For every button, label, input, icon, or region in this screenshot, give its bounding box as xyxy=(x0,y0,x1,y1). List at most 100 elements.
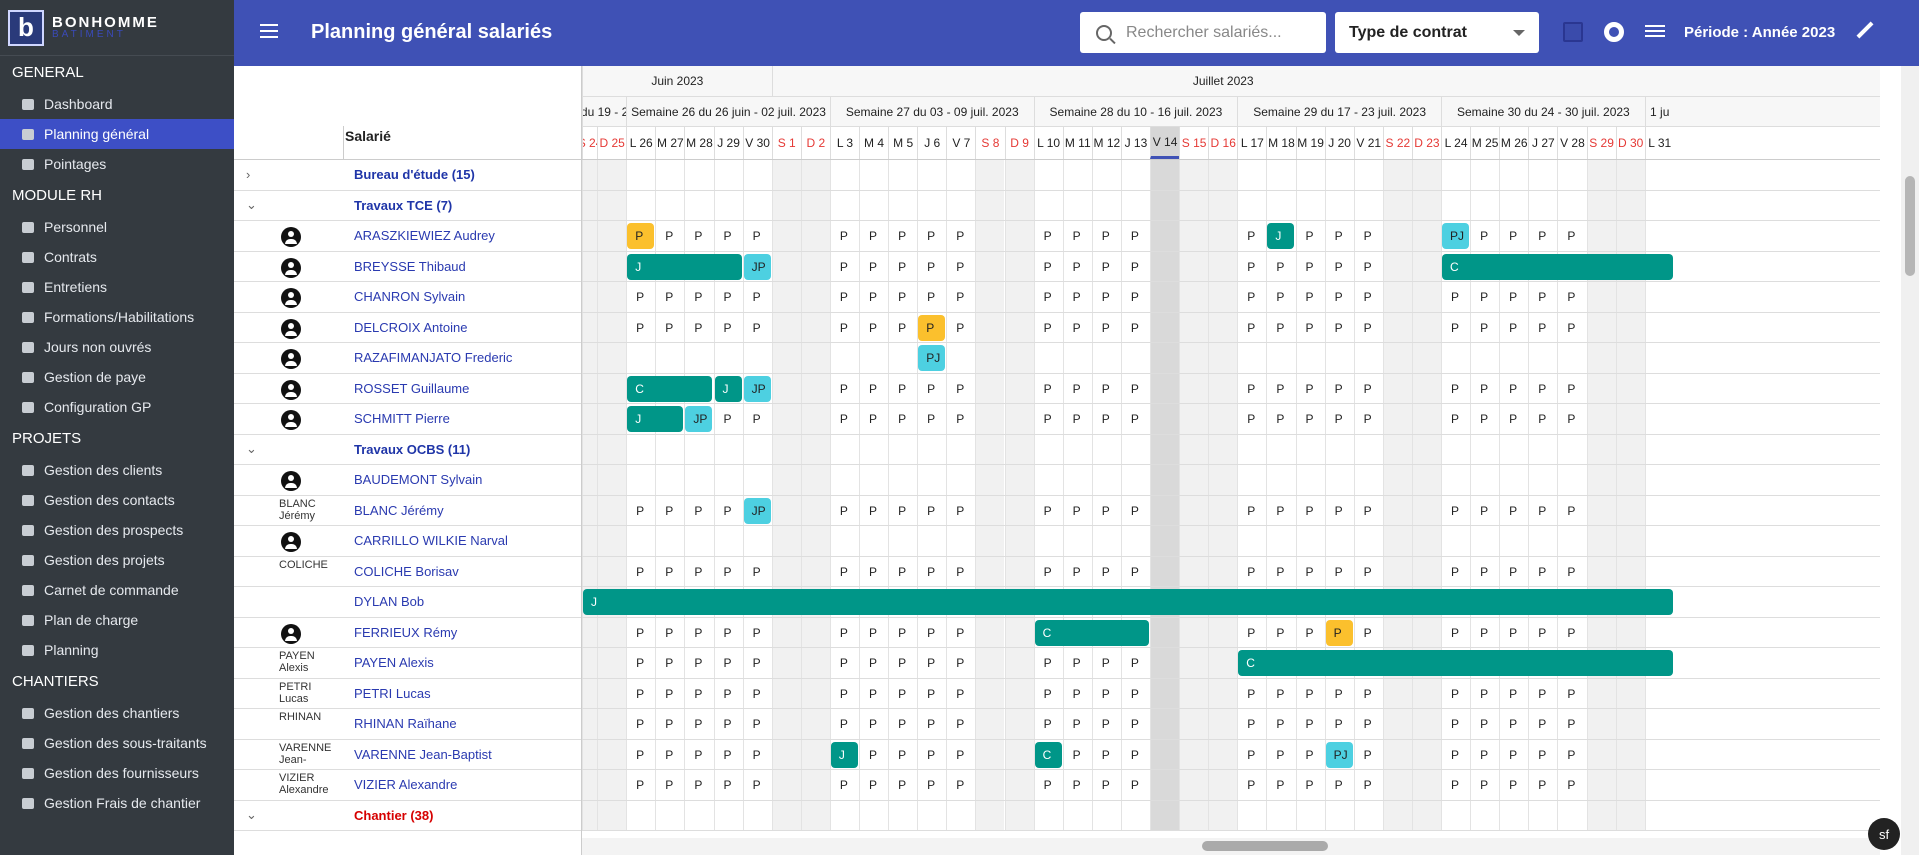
day-cell[interactable] xyxy=(597,800,627,830)
day-cell[interactable] xyxy=(1557,465,1586,495)
presence-mark[interactable]: P xyxy=(921,504,941,518)
day-cell[interactable] xyxy=(1004,739,1034,769)
presence-mark[interactable]: P xyxy=(863,229,883,243)
day-cell[interactable] xyxy=(975,648,1005,678)
presence-mark[interactable]: P xyxy=(1358,687,1378,701)
presence-mark[interactable]: P xyxy=(863,656,883,670)
day-cell[interactable] xyxy=(742,190,772,220)
day-cell[interactable] xyxy=(917,526,946,556)
presence-mark[interactable]: P xyxy=(718,321,738,335)
presence-mark[interactable]: P xyxy=(1358,382,1378,396)
day-cell[interactable] xyxy=(1150,312,1180,342)
day-cell[interactable] xyxy=(1411,617,1441,647)
day-cell[interactable] xyxy=(1295,190,1325,220)
save-icon[interactable] xyxy=(1563,22,1583,42)
presence-mark[interactable]: P xyxy=(1270,321,1290,335)
day-cell[interactable] xyxy=(1324,465,1354,495)
presence-mark[interactable]: P xyxy=(1474,687,1494,701)
day-cell[interactable] xyxy=(1237,434,1266,464)
chevron-down-icon[interactable]: ⌄ xyxy=(246,197,257,213)
presence-mark[interactable]: P xyxy=(834,565,854,579)
presence-mark[interactable]: P xyxy=(1474,321,1494,335)
day-cell[interactable] xyxy=(1615,282,1645,312)
day-cell[interactable] xyxy=(917,465,946,495)
presence-mark[interactable]: P xyxy=(950,321,970,335)
day-cell[interactable] xyxy=(771,495,801,525)
presence-mark[interactable]: P xyxy=(1241,748,1261,762)
sidebar-item-formations-habilitations[interactable]: Formations/Habilitations xyxy=(0,302,234,332)
vertical-scrollbar[interactable] xyxy=(1901,66,1919,855)
presence-mark[interactable]: P xyxy=(1503,717,1523,731)
presence-mark[interactable]: P xyxy=(1445,321,1465,335)
presence-mark[interactable]: P xyxy=(1503,290,1523,304)
presence-mark[interactable]: P xyxy=(1561,382,1581,396)
day-cell[interactable] xyxy=(1441,160,1470,190)
presence-mark[interactable]: P xyxy=(1067,656,1087,670)
day-cell[interactable] xyxy=(1208,556,1238,586)
day-cell[interactable] xyxy=(1208,343,1238,373)
presence-mark[interactable]: P xyxy=(1038,717,1058,731)
presence-mark[interactable]: P xyxy=(921,687,941,701)
presence-mark[interactable]: P xyxy=(688,290,708,304)
day-cell[interactable] xyxy=(1411,709,1441,739)
day-cell[interactable] xyxy=(1615,678,1645,708)
presence-mark[interactable]: P xyxy=(1270,504,1290,518)
day-cell[interactable] xyxy=(1382,770,1412,800)
day-cell[interactable] xyxy=(975,221,1005,251)
day-cell[interactable] xyxy=(771,526,801,556)
presence-mark[interactable]: P xyxy=(863,290,883,304)
day-cell[interactable] xyxy=(1208,282,1238,312)
day-cell[interactable] xyxy=(1324,526,1354,556)
day-cell[interactable] xyxy=(1208,434,1238,464)
day-cell[interactable] xyxy=(1644,221,1674,251)
day-cell[interactable] xyxy=(597,556,627,586)
day-cell[interactable] xyxy=(888,800,917,830)
presence-mark[interactable]: P xyxy=(747,412,767,426)
presence-mark[interactable]: P xyxy=(1096,748,1116,762)
day-cell[interactable] xyxy=(1324,160,1354,190)
presence-mark[interactable]: P xyxy=(1474,504,1494,518)
presence-mark[interactable]: P xyxy=(892,656,912,670)
presence-mark[interactable]: P xyxy=(1241,229,1261,243)
presence-mark[interactable]: P xyxy=(1067,565,1087,579)
day-cell[interactable] xyxy=(1528,526,1557,556)
day-cell[interactable] xyxy=(800,495,830,525)
day-cell[interactable] xyxy=(684,800,713,830)
presence-mark[interactable]: P xyxy=(1561,412,1581,426)
day-cell[interactable] xyxy=(859,800,888,830)
day-cell[interactable] xyxy=(800,465,830,495)
presence-mark[interactable]: P xyxy=(630,687,650,701)
day-cell[interactable] xyxy=(582,770,598,800)
day-cell[interactable] xyxy=(597,495,627,525)
day-cell[interactable] xyxy=(1179,709,1209,739)
day-cell[interactable] xyxy=(975,770,1005,800)
presence-mark[interactable]: P xyxy=(1329,290,1349,304)
presence-mark[interactable]: P xyxy=(1329,382,1349,396)
day-cell[interactable] xyxy=(713,160,743,190)
presence-mark[interactable]: P xyxy=(892,687,912,701)
day-cell[interactable] xyxy=(582,190,598,220)
sidebar-item-carnet-de-commande[interactable]: Carnet de commande xyxy=(0,575,234,605)
presence-mark[interactable]: P xyxy=(863,717,883,731)
presence-mark[interactable]: P xyxy=(747,229,767,243)
day-cell[interactable] xyxy=(1179,617,1209,647)
presence-mark[interactable]: P xyxy=(1445,412,1465,426)
day-cell[interactable] xyxy=(1033,526,1063,556)
day-cell[interactable] xyxy=(1208,617,1238,647)
day-cell[interactable] xyxy=(888,526,917,556)
day-cell[interactable] xyxy=(800,556,830,586)
presence-mark[interactable]: P xyxy=(1532,290,1552,304)
day-cell[interactable] xyxy=(975,800,1005,830)
presence-mark[interactable]: P xyxy=(921,290,941,304)
presence-mark[interactable]: P xyxy=(659,717,679,731)
presence-mark[interactable]: P xyxy=(1445,717,1465,731)
day-cell[interactable] xyxy=(1179,678,1209,708)
group-label[interactable]: Bureau d'étude (15) xyxy=(354,167,475,182)
day-cell[interactable] xyxy=(1586,221,1616,251)
presence-mark[interactable]: P xyxy=(1300,412,1320,426)
presence-mark[interactable]: P xyxy=(1445,382,1465,396)
presence-mark[interactable]: P xyxy=(718,748,738,762)
employee-name[interactable]: BAUDEMONT Sylvain xyxy=(354,472,482,487)
day-cell[interactable] xyxy=(1150,648,1180,678)
presence-mark[interactable]: P xyxy=(1241,565,1261,579)
